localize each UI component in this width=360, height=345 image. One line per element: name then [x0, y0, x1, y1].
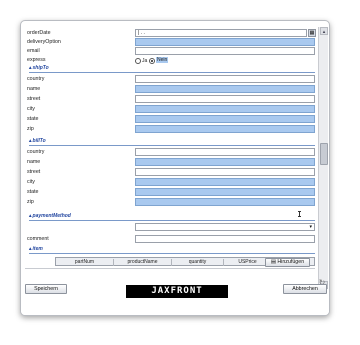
collapse-triangle-icon: ▴ — [29, 65, 32, 71]
scroll-up-icon[interactable]: ▴ — [320, 27, 328, 35]
collapse-triangle-icon: ▴ — [29, 246, 32, 252]
item-divider — [29, 253, 315, 254]
billto-name-label: name — [27, 159, 41, 165]
shipto-street-label: street — [27, 96, 41, 102]
paymentmethod-divider — [29, 220, 315, 221]
orderdate-row: orderDate | . . ▦ — [25, 29, 316, 38]
billto-country-label: country — [27, 149, 45, 155]
billto-state-label: state — [27, 189, 39, 195]
billto-street-row: street — [25, 168, 315, 177]
shipto-name-label: name — [27, 86, 41, 92]
col-productname[interactable]: productName — [114, 259, 172, 266]
billto-group-title[interactable]: ▴billTo — [29, 138, 46, 144]
express-nein-label: Nein — [156, 57, 169, 63]
cancel-button-label: Abbrechen — [292, 286, 318, 292]
orderdate-input[interactable]: | . . — [135, 29, 307, 37]
billto-title-text: billTo — [32, 138, 46, 144]
shipto-country-label: country — [27, 76, 45, 82]
save-button-label: Speichern — [34, 286, 58, 292]
billto-zip-label: zip — [27, 199, 34, 205]
billto-street-input[interactable] — [135, 168, 315, 176]
comment-input[interactable] — [135, 235, 315, 243]
billto-name-input[interactable] — [135, 158, 315, 166]
add-item-button[interactable]: ▤ Hinzufügen — [265, 258, 310, 267]
paymentmethod-group-title[interactable]: ▴paymentMethod — [29, 213, 71, 219]
deliveryoption-input[interactable] — [135, 38, 315, 46]
email-row: email — [25, 47, 315, 56]
comment-row: comment — [25, 235, 315, 244]
billto-country-input[interactable] — [135, 148, 315, 156]
express-ja-radio[interactable] — [135, 58, 141, 64]
shipto-country-input[interactable] — [135, 75, 315, 83]
shipto-state-row: state — [25, 115, 315, 124]
shipto-divider — [29, 72, 315, 73]
shipto-state-input[interactable] — [135, 115, 315, 123]
email-input[interactable] — [135, 47, 315, 55]
billto-zip-input[interactable] — [135, 198, 315, 206]
col-quantity[interactable]: quantity — [172, 259, 224, 266]
express-nein-radio[interactable] — [149, 58, 155, 64]
shipto-group-title[interactable]: ▴shipTo — [29, 65, 49, 71]
billto-city-label: city — [27, 179, 35, 185]
add-item-label: Hinzufügen — [277, 259, 305, 265]
chevron-down-icon: ▾ — [309, 224, 312, 230]
express-label: express — [27, 57, 46, 63]
shipto-zip-label: zip — [27, 126, 34, 132]
jaxfront-logo: JAXFRONT — [126, 285, 228, 298]
scrollbar-thumb[interactable] — [320, 143, 328, 165]
billto-city-input[interactable] — [135, 178, 315, 186]
deliveryoption-label: deliveryOption — [27, 39, 61, 45]
collapse-triangle-icon: ▴ — [29, 213, 32, 219]
form-window: orderDate | . . ▦ deliveryOption email e… — [20, 20, 330, 316]
calendar-icon[interactable]: ▦ — [308, 29, 316, 37]
express-ja-label: Ja — [142, 58, 148, 64]
shipto-zip-input[interactable] — [135, 125, 315, 133]
shipto-city-label: city — [27, 106, 35, 112]
collapse-triangle-icon: ▴ — [29, 138, 32, 144]
item-group-title[interactable]: ▴item — [29, 246, 43, 252]
billto-state-row: state — [25, 188, 315, 197]
email-label: email — [27, 48, 40, 54]
vertical-scrollbar[interactable]: ▴ ▾ — [318, 27, 328, 289]
shipto-zip-row: zip — [25, 125, 315, 134]
shipto-country-row: country — [25, 75, 315, 84]
orderdate-label: orderDate — [27, 30, 51, 36]
deliveryoption-row: deliveryOption — [25, 38, 315, 47]
paymentmethod-title-text: paymentMethod — [32, 213, 71, 219]
shipto-name-row: name — [25, 85, 315, 94]
footer-bar: Speichern JAXFRONT Abbrechen — [21, 284, 329, 315]
form-content: orderDate | . . ▦ deliveryOption email e… — [25, 27, 316, 289]
billto-state-input[interactable] — [135, 188, 315, 196]
add-icon: ▤ — [270, 259, 276, 265]
shipto-city-input[interactable] — [135, 105, 315, 113]
shipto-title-text: shipTo — [32, 65, 49, 71]
billto-city-row: city — [25, 178, 315, 187]
comment-label: comment — [27, 236, 49, 242]
orderdate-value: | . . — [138, 30, 145, 36]
shipto-street-input[interactable] — [135, 95, 315, 103]
shipto-name-input[interactable] — [135, 85, 315, 93]
cancel-button[interactable]: Abbrechen — [283, 284, 327, 294]
billto-name-row: name — [25, 158, 315, 167]
paymentmethod-select[interactable]: ▾ — [135, 223, 315, 231]
text-cursor-icon — [298, 211, 301, 217]
billto-divider — [29, 145, 315, 146]
shipto-state-label: state — [27, 116, 39, 122]
billto-country-row: country — [25, 148, 315, 157]
save-button[interactable]: Speichern — [25, 284, 67, 294]
shipto-city-row: city — [25, 105, 315, 114]
billto-street-label: street — [27, 169, 41, 175]
billto-zip-row: zip — [25, 198, 315, 207]
express-row: express Ja Nein — [25, 56, 315, 65]
item-title-text: item — [32, 246, 43, 252]
col-partnum[interactable]: partNum — [56, 259, 114, 266]
shipto-street-row: street — [25, 95, 315, 104]
